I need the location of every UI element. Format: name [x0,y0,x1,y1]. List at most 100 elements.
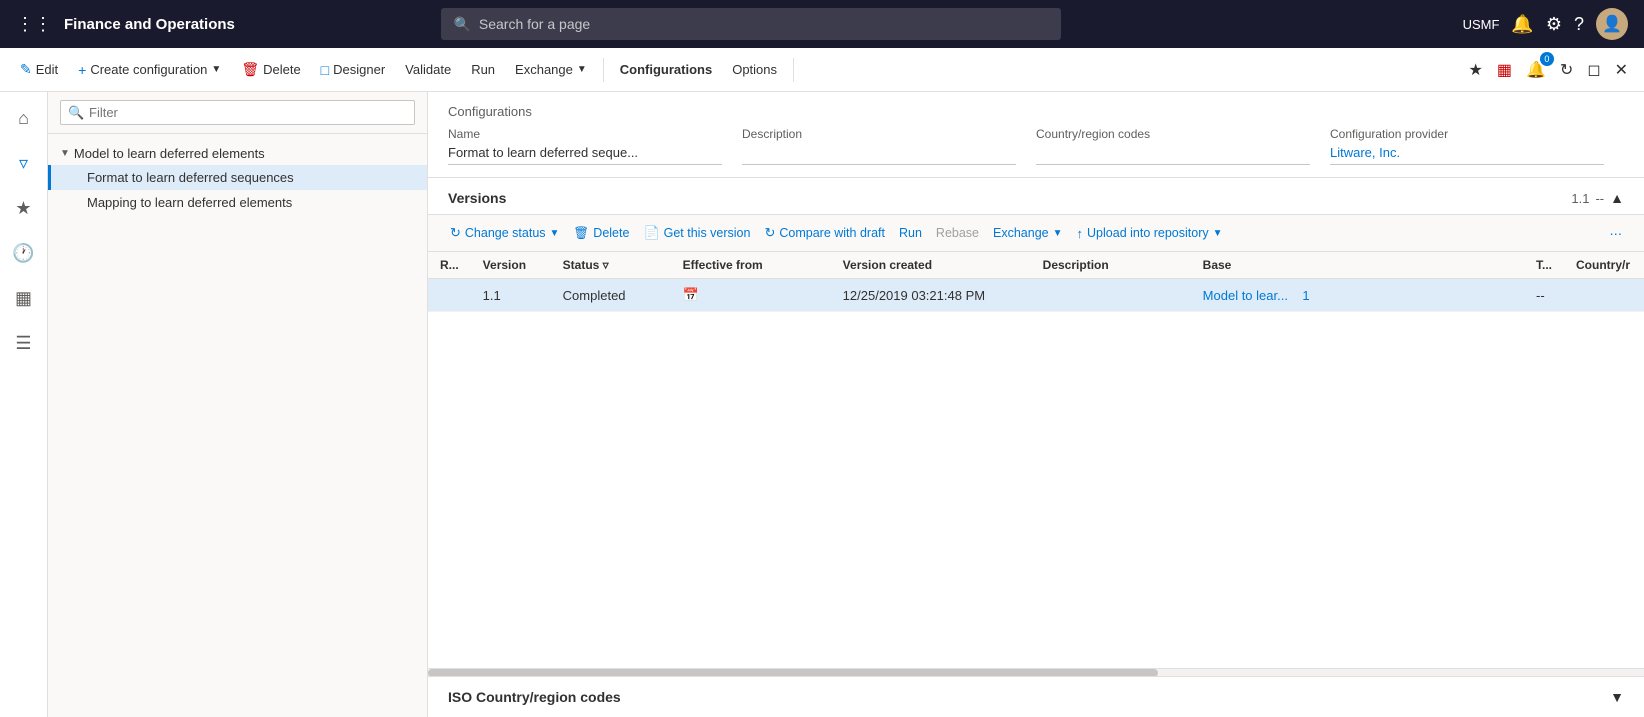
cell-created: 12/25/2019 03:21:48 PM [831,279,1031,312]
upload-icon: ↑ [1077,226,1084,241]
main-toolbar: ✎ Edit + Create configuration ▼ 🗑 Delete… [0,48,1644,92]
app-title: Finance and Operations [64,16,235,33]
validate-button[interactable]: Validate [397,58,459,81]
col-header-created: Version created [831,252,1031,279]
exchange-chevron-icon[interactable]: ▼ [1053,228,1063,239]
config-field-name: Name Format to learn deferred seque... [448,127,742,165]
search-input[interactable] [479,16,1050,32]
versions-run-button[interactable]: Run [893,222,928,244]
tree-item-0[interactable]: Format to learn deferred sequences [48,165,427,190]
options-button[interactable]: Options [724,58,785,81]
more-options-button[interactable]: ⋯ [1604,222,1629,245]
table-row[interactable]: 1.1 Completed 📅 12/25/2019 03:21:48 PM M… [428,279,1644,312]
cell-version: 1.1 [471,279,551,312]
toolbar-right-actions: ★ ▦ 🔔 0 ↻ ◻ ✕ [1465,56,1632,84]
favorite-star-icon[interactable]: ★ [1465,56,1487,84]
config-field-provider: Configuration provider Litware, Inc. [1330,127,1624,165]
cell-country [1564,279,1644,312]
versions-separator: -- [1595,191,1604,206]
side-icon-bar: ⌂ ▿ ★ 🕐 ▦ ☰ [0,92,48,717]
tree-root-item[interactable]: ▼ Model to learn deferred elements [48,142,427,165]
config-section-title: Configurations [448,104,1624,119]
iso-section: ISO Country/region codes ▼ [428,676,1644,717]
get-this-version-button[interactable]: 📄 Get this version [637,221,756,245]
user-avatar[interactable]: 👤 [1596,8,1628,40]
cell-r [428,279,471,312]
calendar-icon[interactable]: 📅 [683,287,699,302]
plus-icon: + [78,62,86,78]
home-icon[interactable]: ⌂ [10,100,37,137]
compare-icon: ↻ [764,225,775,241]
toolbar-divider-2 [793,58,794,82]
config-fields: Name Format to learn deferred seque... D… [448,127,1624,165]
versions-exchange-button[interactable]: Exchange ▼ [987,222,1069,244]
cell-effective[interactable]: 📅 [671,279,831,312]
base-link[interactable]: Model to lear... [1203,288,1288,303]
chevron-down-icon[interactable]: ▼ [211,64,221,75]
create-configuration-button[interactable]: + Create configuration ▼ [70,58,229,82]
filter-bar: 🔍 [48,92,427,134]
col-header-base: Base [1191,252,1524,279]
col-header-version[interactable]: Version [471,252,551,279]
upload-chevron-icon[interactable]: ▼ [1213,228,1223,239]
versions-collapse-button[interactable]: ▲ [1610,190,1624,206]
filter-icon[interactable]: ▿ [11,145,36,182]
filter-input[interactable] [60,100,415,125]
table-header-row: R... Version Status ▿ Effective from Ver… [428,252,1644,279]
base-num-link[interactable]: 1 [1302,288,1309,303]
run-button[interactable]: Run [463,58,503,81]
change-status-button[interactable]: ↻ Change status ▼ [444,221,565,245]
notification-count-icon[interactable]: 🔔 0 [1522,56,1550,84]
delete-button[interactable]: 🗑 Delete [233,57,308,82]
rebase-button: Rebase [930,222,985,244]
versions-delete-button[interactable]: 🗑 Delete [567,222,635,245]
config-field-name-value: Format to learn deferred seque... [448,145,722,165]
config-field-provider-value[interactable]: Litware, Inc. [1330,145,1604,165]
close-icon[interactable]: ✕ [1611,56,1632,84]
col-header-description: Description [1031,252,1191,279]
designer-button[interactable]: □ Designer [313,58,394,82]
change-status-chevron-icon[interactable]: ▼ [550,228,560,239]
help-question-icon[interactable]: ? [1574,14,1584,35]
refresh-icon[interactable]: ↻ [1556,56,1577,84]
settings-gear-icon[interactable]: ⚙ [1546,14,1562,35]
tree-item-1[interactable]: Mapping to learn deferred elements [48,190,427,215]
tree-root-label: Model to learn deferred elements [74,146,265,161]
edit-button[interactable]: ✎ Edit [12,57,66,82]
cell-base: Model to lear... 1 [1191,279,1524,312]
horizontal-scrollbar[interactable] [428,668,1644,676]
microsoft-office-icon[interactable]: ▦ [1493,56,1516,84]
exchange-button[interactable]: Exchange ▼ [507,58,595,81]
config-header: Configurations Name Format to learn defe… [428,92,1644,178]
notification-badge: 0 [1540,52,1554,66]
restore-icon[interactable]: ◻ [1583,56,1604,84]
iso-section-title: ISO Country/region codes [448,689,621,705]
col-header-country: Country/r [1564,252,1644,279]
cell-status: Completed [551,279,671,312]
notification-bell-icon[interactable]: 🔔 [1511,14,1533,35]
workspace-icon[interactable]: ▦ [7,280,40,317]
configurations-button[interactable]: Configurations [612,58,720,81]
config-field-description: Description [742,127,1036,165]
main-layout: ⌂ ▿ ★ 🕐 ▦ ☰ 🔍 ▼ Model to learn deferred … [0,92,1644,717]
content-area: Configurations Name Format to learn defe… [428,92,1644,717]
chevron-down-icon-exchange[interactable]: ▼ [577,64,587,75]
filter-wrapper: 🔍 [60,100,415,125]
iso-collapse-button[interactable]: ▼ [1610,689,1624,705]
list-icon[interactable]: ☰ [7,325,39,362]
versions-version-display: 1.1 [1571,191,1589,206]
recent-clock-icon[interactable]: 🕐 [4,235,42,272]
favorites-star-icon[interactable]: ★ [7,190,39,227]
cell-t: -- [1524,279,1564,312]
search-bar[interactable]: 🔍 [441,8,1061,40]
cell-description [1031,279,1191,312]
config-field-desc-label: Description [742,127,1016,141]
get-version-icon: 📄 [643,225,659,241]
filter-search-icon: 🔍 [68,105,84,121]
upload-into-repository-button[interactable]: ↑ Upload into repository ▼ [1071,222,1229,245]
col-header-status[interactable]: Status ▿ [551,252,671,279]
versions-header: Versions 1.1 -- ▲ [428,178,1644,215]
apps-grid-icon[interactable]: ⋮⋮ [16,14,52,35]
top-nav: ⋮⋮ Finance and Operations 🔍 USMF 🔔 ⚙ ? 👤 [0,0,1644,48]
compare-with-draft-button[interactable]: ↻ Compare with draft [758,221,891,245]
